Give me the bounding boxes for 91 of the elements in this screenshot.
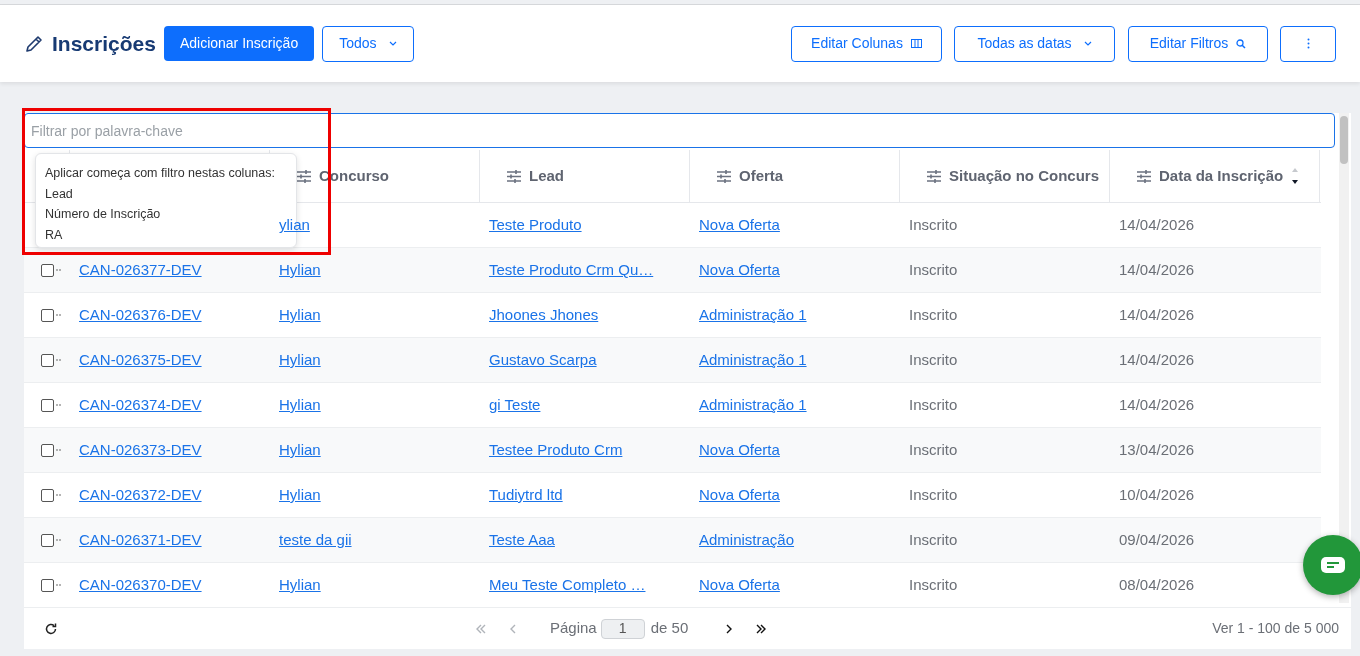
add-button[interactable]: Adicionar Inscrição — [163, 26, 315, 61]
table-link[interactable]: CAN-026373-DEV — [79, 441, 202, 458]
table-link[interactable]: Teste Aaa — [489, 531, 555, 548]
table-link[interactable]: Nova Oferta — [699, 576, 780, 593]
table-link[interactable]: Jhoones Jhones — [489, 306, 599, 323]
page-count: de 50 — [650, 618, 689, 639]
table-link[interactable]: teste da gii — [279, 531, 352, 548]
edit-columns-button[interactable]: Editar Colunas — [791, 25, 942, 62]
more-icon — [1306, 38, 1310, 49]
table-cell: Inscrito — [909, 351, 958, 368]
table-cell: 09/04/2026 — [1119, 531, 1195, 548]
table-cell: Inscrito — [909, 306, 958, 323]
table-link[interactable]: CAN-026377-DEV — [79, 261, 202, 278]
edit-filters-button[interactable]: Editar Filtros — [1128, 25, 1268, 62]
table-link[interactable]: Nova Oferta — [699, 486, 780, 503]
table-link[interactable]: Testee Produto Crm — [489, 441, 623, 458]
search-icon — [1236, 38, 1247, 49]
page-label: Página — [550, 618, 597, 639]
table-cell: 14/04/2026 — [1119, 306, 1195, 323]
table-link[interactable]: Administração 1 — [699, 351, 807, 368]
table-link[interactable]: CAN-026374-DEV — [79, 396, 202, 413]
table-link[interactable]: CAN-026375-DEV — [79, 351, 202, 368]
chevron-down-icon — [1083, 41, 1092, 46]
columns-icon — [910, 39, 922, 48]
table-link[interactable]: Nova Oferta — [699, 441, 780, 458]
row-checkbox[interactable] — [41, 353, 54, 367]
table-link[interactable]: CAN-026370-DEV — [79, 576, 202, 593]
table-cell: Inscrito — [909, 531, 958, 548]
table-cell: 14/04/2026 — [1119, 351, 1195, 368]
table-link[interactable]: Hylian — [279, 576, 321, 593]
row-checkbox[interactable] — [41, 533, 54, 547]
table-cell: 13/04/2026 — [1119, 441, 1195, 458]
table-cell: Inscrito — [909, 441, 958, 458]
date-dropdown[interactable]: Todas as datas — [954, 25, 1115, 62]
header-cell[interactable]: Oferta — [690, 150, 900, 202]
table-cell: Inscrito — [909, 216, 958, 233]
table-link[interactable]: Teste Produto Crm Qu… — [489, 261, 654, 278]
row-checkbox[interactable] — [41, 578, 54, 592]
more-button[interactable] — [1280, 25, 1336, 62]
header-cell[interactable]: Lead — [480, 150, 690, 202]
header-cell[interactable]: Data da Inscrição — [1110, 150, 1320, 202]
table-link[interactable]: Administração 1 — [699, 306, 807, 323]
pencil-icon — [24, 33, 44, 54]
row-checkbox[interactable] — [41, 488, 54, 502]
table-link[interactable]: Tudiytrd ltd — [489, 486, 563, 503]
table-link[interactable]: CAN-026376-DEV — [79, 306, 202, 323]
table-link[interactable]: Teste Produto — [489, 216, 582, 233]
filter-icon — [1137, 169, 1151, 183]
table-cell: 14/04/2026 — [1119, 396, 1195, 413]
table-link[interactable]: Gustavo Scarpa — [489, 351, 597, 368]
table-link[interactable]: Hylian — [279, 351, 321, 368]
table-link[interactable]: Meu Teste Completo … — [489, 576, 646, 593]
row-checkbox[interactable] — [41, 308, 54, 322]
table-link[interactable]: Hylian — [279, 261, 321, 278]
table-link[interactable]: Hylian — [279, 441, 321, 458]
table-link[interactable]: Nova Oferta — [699, 261, 780, 278]
table-link[interactable]: CAN-026371-DEV — [79, 531, 202, 548]
filter-icon — [507, 169, 521, 183]
filter-icon — [927, 169, 941, 183]
filter-icon — [717, 169, 731, 183]
header-cell[interactable]: Situação no Concurs — [900, 150, 1110, 202]
table-cell: Inscrito — [909, 261, 958, 278]
table-cell: 14/04/2026 — [1119, 261, 1195, 278]
filter-icon — [297, 169, 311, 183]
refresh-icon[interactable] — [44, 621, 58, 636]
row-checkbox[interactable] — [41, 443, 54, 457]
table-link[interactable]: Administração — [699, 531, 795, 548]
table-cell: Inscrito — [909, 576, 958, 593]
table-link[interactable]: gi Teste — [489, 396, 541, 413]
table-link[interactable]: ylian — [279, 216, 310, 233]
table-cell: 14/04/2026 — [1119, 216, 1195, 233]
table-link[interactable]: CAN-026372-DEV — [79, 486, 202, 503]
table-link[interactable]: Hylian — [279, 396, 321, 413]
chat-icon — [1321, 557, 1345, 573]
page-title: Inscrições — [52, 30, 156, 57]
row-checkbox[interactable] — [41, 398, 54, 412]
table-cell: Inscrito — [909, 396, 958, 413]
table-cell: 08/04/2026 — [1119, 576, 1195, 593]
table-cell: Inscrito — [909, 486, 958, 503]
table-cell: 10/04/2026 — [1119, 486, 1195, 503]
record-summary: Ver 1 - 100 de 5 000 — [1212, 619, 1339, 638]
row-checkbox[interactable] — [41, 263, 54, 277]
table-link[interactable]: Nova Oferta — [699, 216, 780, 233]
chevron-down-icon — [388, 41, 397, 46]
table-link[interactable]: Hylian — [279, 306, 321, 323]
filter-field[interactable]: Filtrar por palavra-chave — [24, 113, 1335, 148]
sort-icon[interactable] — [1291, 167, 1300, 185]
status-dropdown[interactable]: Todos — [322, 25, 414, 62]
table-link[interactable]: Hylian — [279, 486, 321, 503]
page-field[interactable]: 1 — [600, 618, 645, 639]
table-link[interactable]: Administração 1 — [699, 396, 807, 413]
